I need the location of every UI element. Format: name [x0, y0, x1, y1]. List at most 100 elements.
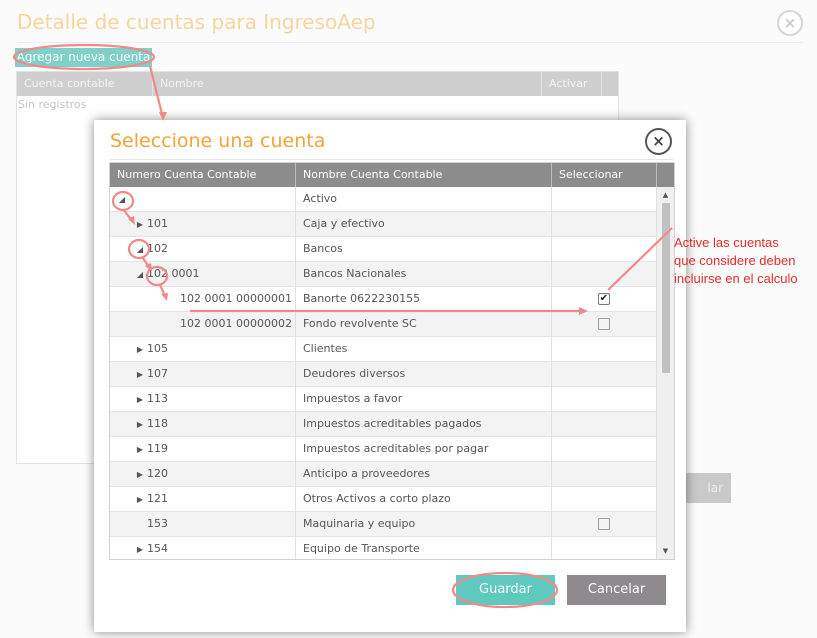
select-checkbox[interactable]	[598, 318, 610, 330]
grid-header: Numero Cuenta Contable Nombre Cuenta Con…	[110, 163, 674, 187]
account-number-cell: ▶ 119	[110, 437, 296, 461]
account-number-cell: ▶ 120	[110, 462, 296, 486]
annotation-note: Active las cuentas que considere deben i…	[674, 234, 817, 288]
account-number-cell: ◢	[110, 187, 296, 211]
account-name: Activo	[296, 187, 552, 211]
collapse-triangle-icon[interactable]: ◢	[136, 263, 144, 287]
account-number-cell: ▶ 154	[110, 537, 296, 559]
select-cell	[552, 387, 657, 411]
table-row[interactable]: ▶ 119 Impuestos acreditables por pagar	[110, 437, 657, 462]
table-row[interactable]: ▶ 113 Impuestos a favor	[110, 387, 657, 412]
account-number: 102 0001 00000001	[180, 292, 292, 305]
collapse-triangle-icon[interactable]: ◢	[118, 188, 126, 212]
account-name: Banorte 0622230155	[296, 287, 552, 311]
table-row[interactable]: ▶ 121 Otros Activos a corto plazo	[110, 487, 657, 512]
vertical-scrollbar[interactable]: ▲ ▼	[657, 187, 674, 559]
divider	[17, 42, 803, 43]
account-number: 154	[147, 542, 168, 555]
select-cell	[552, 437, 657, 461]
select-cell	[552, 362, 657, 386]
account-name: Fondo revolvente SC	[296, 312, 552, 336]
table-row[interactable]: ◢ Activo	[110, 187, 657, 212]
account-number-cell: 102 0001 00000001	[110, 287, 296, 311]
table-row[interactable]: 102 0001 00000002 Fondo revolvente SC	[110, 312, 657, 337]
table-row[interactable]: 102 0001 00000001 Banorte 0622230155 ✔	[110, 287, 657, 312]
column-header-nombre[interactable]: Nombre	[153, 72, 542, 96]
account-number: 118	[147, 417, 168, 430]
table-row[interactable]: ◢ 102 Bancos	[110, 237, 657, 262]
cancel-button[interactable]: Cancelar	[567, 575, 666, 605]
select-cell	[552, 237, 657, 261]
grid-rows: ◢ Activo ▶ 101 Caja y efectivo ◢ 102 Bancos ◢ 102…	[110, 187, 657, 559]
table-row[interactable]: ▶ 101 Caja y efectivo	[110, 212, 657, 237]
account-number: 121	[147, 492, 168, 505]
annotation-line: Active las cuentas	[674, 235, 779, 250]
account-number-cell: ▶ 121	[110, 487, 296, 511]
expand-triangle-icon[interactable]: ▶	[136, 388, 144, 412]
select-cell	[552, 337, 657, 361]
save-button[interactable]: Guardar	[456, 575, 555, 605]
column-header-seleccionar[interactable]: Seleccionar	[552, 163, 657, 187]
collapse-triangle-icon[interactable]: ◢	[136, 238, 144, 262]
select-checkbox[interactable]	[598, 518, 610, 530]
account-name: Caja y efectivo	[296, 212, 552, 236]
account-number: 102	[147, 242, 168, 255]
account-number: 153	[147, 517, 168, 530]
scroll-down-arrow-icon[interactable]: ▼	[657, 547, 674, 555]
account-number-cell: ▶ 118	[110, 412, 296, 436]
select-cell	[552, 187, 657, 211]
select-cell	[552, 512, 657, 536]
select-cell	[552, 212, 657, 236]
expand-triangle-icon[interactable]: ▶	[136, 363, 144, 387]
background-cancel-label: lar	[707, 481, 723, 495]
expand-triangle-icon[interactable]: ▶	[136, 338, 144, 362]
column-header-activar[interactable]: Activar	[542, 72, 602, 96]
expand-triangle-icon[interactable]: ▶	[136, 538, 144, 559]
table-row[interactable]: ▶ 107 Deudores diversos	[110, 362, 657, 387]
account-number-cell: ◢ 102 0001	[110, 262, 296, 286]
account-number: 119	[147, 442, 168, 455]
account-name: Impuestos acreditables pagados	[296, 412, 552, 436]
account-number-cell: ▶ 105	[110, 337, 296, 361]
annotation-line: que considere deben	[674, 253, 796, 268]
account-number-cell: 102 0001 00000002	[110, 312, 296, 336]
table-row[interactable]: ▶ 154 Equipo de Transporte	[110, 537, 657, 559]
table-row[interactable]: ◢ 102 0001 Bancos Nacionales	[110, 262, 657, 287]
expand-triangle-icon[interactable]: ▶	[136, 213, 144, 237]
account-number: 101	[147, 217, 168, 230]
column-header-nombre[interactable]: Nombre Cuenta Contable	[296, 163, 552, 187]
account-number: 102 0001 00000002	[180, 317, 292, 330]
select-cell	[552, 412, 657, 436]
table-row[interactable]: ▶ 105 Clientes	[110, 337, 657, 362]
scroll-up-arrow-icon[interactable]: ▲	[657, 191, 674, 199]
account-name: Anticipo a proveedores	[296, 462, 552, 486]
select-cell	[552, 262, 657, 286]
account-number-cell: 153	[110, 512, 296, 536]
background-close-icon[interactable]: ×	[777, 10, 803, 36]
annotation-line: incluirse en el calculo	[674, 271, 798, 286]
expand-triangle-icon[interactable]: ▶	[136, 463, 144, 487]
background-dialog-title: Detalle de cuentas para IngresoAep	[17, 10, 376, 34]
table-row[interactable]: ▶ 118 Impuestos acreditables pagados	[110, 412, 657, 437]
column-header-cuenta[interactable]: Cuenta contable	[17, 72, 153, 96]
account-name: Bancos Nacionales	[296, 262, 552, 286]
account-name: Otros Activos a corto plazo	[296, 487, 552, 511]
scrollbar-thumb[interactable]	[662, 203, 670, 373]
table-row[interactable]: ▶ 120 Anticipo a proveedores	[110, 462, 657, 487]
modal-title: Seleccione una cuenta	[110, 130, 326, 152]
select-checkbox[interactable]: ✔	[598, 293, 610, 305]
empty-state-text: Sin registros	[18, 98, 87, 111]
column-header-numero[interactable]: Numero Cuenta Contable	[110, 163, 296, 187]
close-icon[interactable]: ×	[645, 128, 672, 155]
account-name: Equipo de Transporte	[296, 537, 552, 559]
expand-triangle-icon[interactable]: ▶	[136, 413, 144, 437]
expand-triangle-icon[interactable]: ▶	[136, 438, 144, 462]
table-row[interactable]: 153 Maquinaria y equipo	[110, 512, 657, 537]
account-number-cell: ▶ 107	[110, 362, 296, 386]
add-account-button[interactable]: Agregar nueva cuenta	[15, 48, 152, 67]
accounts-tree-grid: Numero Cuenta Contable Nombre Cuenta Con…	[109, 162, 675, 560]
account-number: 107	[147, 367, 168, 380]
expand-triangle-icon[interactable]: ▶	[136, 488, 144, 512]
divider	[110, 159, 673, 160]
account-number: 102 0001	[147, 267, 200, 280]
